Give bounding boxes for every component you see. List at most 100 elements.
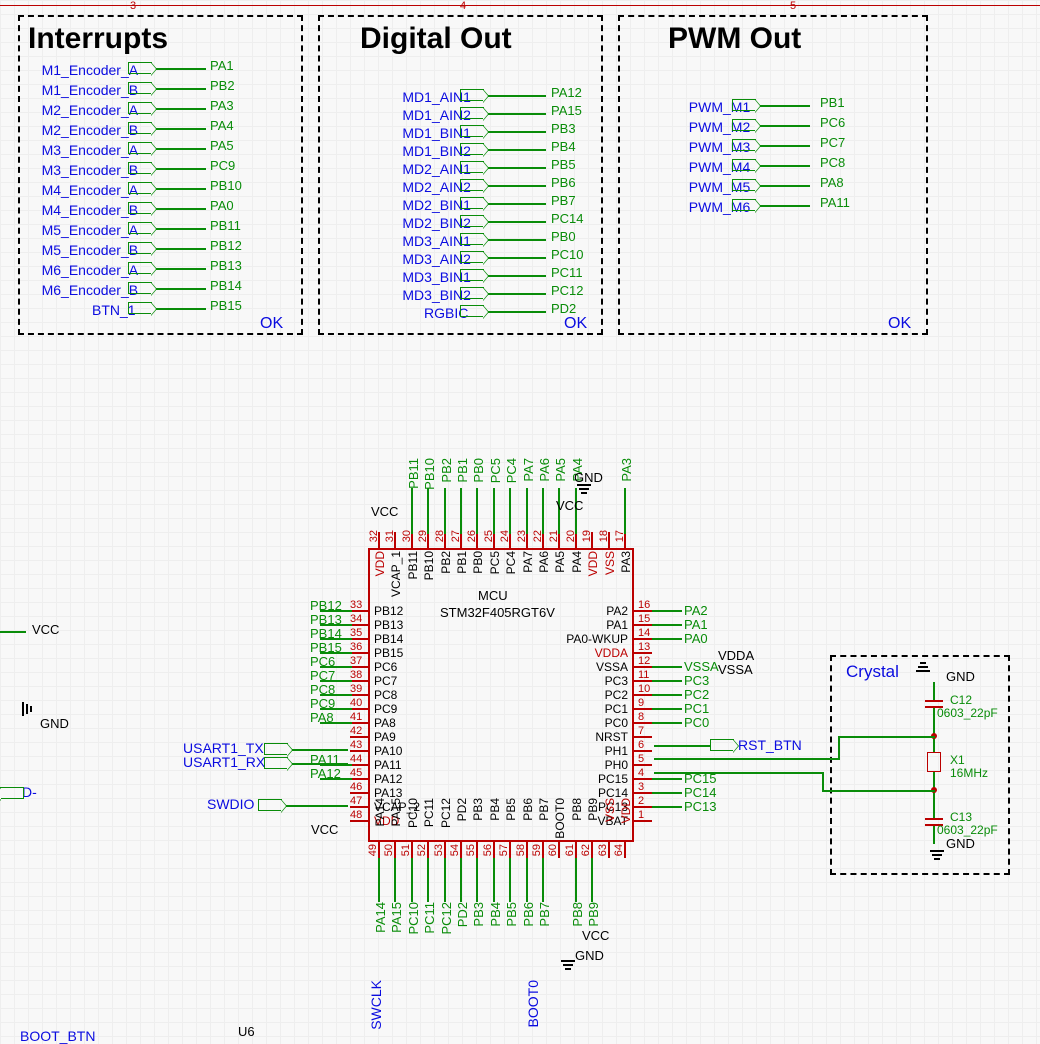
topwire-PB0 (476, 488, 478, 534)
wire-M4_Encoder_A (156, 188, 206, 190)
pinname-23: PA7 (521, 551, 535, 573)
pinname-40: PC9 (374, 702, 397, 716)
pinname-49: PA14 (373, 798, 387, 826)
net-PA15: PA15 (551, 103, 582, 118)
wire-MD1_AIN1 (488, 95, 546, 97)
mcu-gnd-top: GND (574, 470, 603, 485)
port-label-M1_Encoder_A: M1_Encoder_A (42, 62, 139, 78)
wire-PWM_M6 (760, 205, 810, 207)
pinnum-16: 16 (638, 599, 650, 611)
wire-M2_Encoder_B (156, 128, 206, 130)
net-PA1: PA1 (210, 58, 234, 73)
net-PB14: PB14 (210, 278, 242, 293)
pinnum-47: 47 (350, 795, 362, 807)
ph0-to-xtal-h2 (822, 790, 935, 792)
xtal-lead3 (933, 772, 935, 818)
pinname-44: PA11 (374, 758, 402, 772)
botnet-PC12: PC12 (439, 902, 454, 935)
topnet-PB10: PB10 (422, 458, 437, 490)
port-shape-RGBIC (460, 305, 484, 317)
wire-MD2_AIN2 (488, 185, 546, 187)
ph0-to-xtal-h (654, 772, 824, 774)
mcu-designator: MCU (478, 588, 508, 603)
net-PC11: PC11 (551, 265, 583, 280)
pinnum-13: 13 (638, 641, 650, 653)
ph1-to-xtal-h2 (838, 736, 935, 738)
ruler-4: 4 (460, 0, 466, 12)
pinnum-15: 15 (638, 613, 650, 625)
botnet-PA15: PA15 (389, 902, 404, 933)
pinname-63: VSS (603, 798, 617, 822)
pinnum-42: 42 (350, 725, 362, 737)
net-PC7: PC7 (820, 135, 845, 150)
pinname-22: PA6 (537, 551, 551, 573)
boot-btn-frag: BOOT_BTN (20, 1028, 95, 1044)
botnet-PD2: PD2 (455, 902, 470, 927)
botwire-PD2 (460, 858, 462, 902)
port-shape-M4_Encoder_A (128, 182, 152, 194)
port-shape-MD1_BIN2 (460, 143, 484, 155)
crystal-gnd1: GND (946, 669, 975, 684)
botwire-PB6 (526, 858, 528, 902)
pinname-61: PB8 (570, 798, 584, 821)
wire-MD1_BIN2 (488, 149, 546, 151)
botwire-PB8 (575, 858, 577, 902)
wire-M1_Encoder_B (156, 88, 206, 90)
rightwire-PC2 (652, 694, 682, 696)
x1-val: 16MHz (950, 766, 988, 780)
rightwire-PC15 (652, 778, 682, 780)
crystal-x1 (927, 752, 941, 772)
rightnet-PA2: PA2 (684, 603, 708, 618)
wire-MD3_AIN2 (488, 257, 546, 259)
port-shape-PWM_M2 (732, 119, 756, 131)
pinname-16: PA2 (606, 604, 628, 618)
net-PB7: PB7 (551, 193, 576, 208)
pinname-24: PC4 (504, 551, 518, 574)
pinnum-6: 6 (638, 739, 644, 751)
botwire-PB5 (509, 858, 511, 902)
wire-MD2_AIN1 (488, 167, 546, 169)
pinname-45: PA12 (374, 772, 402, 786)
pinname-29: PB10 (422, 551, 436, 580)
wire-PWM_M3 (760, 145, 810, 147)
botnet-PB6: PB6 (521, 902, 536, 927)
pinnum-63: 63 (597, 844, 609, 856)
frag-gnd: GND (40, 716, 69, 731)
pinname-15: PA1 (606, 618, 628, 632)
port-shape-M6_Encoder_B (128, 282, 152, 294)
pinname-7: NRST (595, 730, 628, 744)
net-PB2: PB2 (210, 78, 235, 93)
port-shape-MD2_BIN2 (460, 215, 484, 227)
pinnum-43: 43 (350, 739, 362, 751)
rightnet-PC1: PC1 (684, 701, 709, 716)
botwire-PB4 (493, 858, 495, 902)
swdio-port (258, 799, 282, 811)
port-shape-M5_Encoder_B (128, 242, 152, 254)
net-PB11: PB11 (210, 218, 241, 233)
port-label-M6_Encoder_B: M6_Encoder_B (42, 282, 139, 298)
port-shape-MD1_AIN2 (460, 107, 484, 119)
pinname-18: VSS (603, 551, 617, 575)
leftnet-PC7: PC7 (310, 668, 335, 683)
crystal-gnd2: GND (946, 836, 975, 851)
port-label-M5_Encoder_B: M5_Encoder_B (42, 242, 139, 258)
rightnet-PA1: PA1 (684, 617, 708, 632)
pinname-27: PB1 (455, 551, 469, 574)
pinname-59: PB7 (537, 798, 551, 821)
wire-MD3_BIN1 (488, 275, 546, 277)
pinname-5: PH0 (605, 758, 628, 772)
topnet-PB0: PB0 (471, 458, 486, 483)
rightnet-PC2: PC2 (684, 687, 709, 702)
c12-val: 0603_22pF (937, 706, 998, 720)
pinname-9: PC1 (605, 702, 628, 716)
botnet-PB9: PB9 (586, 902, 601, 927)
pinname-17: PA3 (619, 551, 633, 573)
pinnum-49: 49 (367, 844, 379, 856)
wire-MD2_BIN2 (488, 221, 546, 223)
wire-M5_Encoder_B (156, 248, 206, 250)
net-PB3: PB3 (551, 121, 576, 136)
wire-BTN_1 (156, 308, 206, 310)
port-label-M4_Encoder_A: M4_Encoder_A (42, 182, 139, 198)
net-PC10: PC10 (551, 247, 584, 262)
pinname-14: PA0-WKUP (566, 632, 628, 646)
